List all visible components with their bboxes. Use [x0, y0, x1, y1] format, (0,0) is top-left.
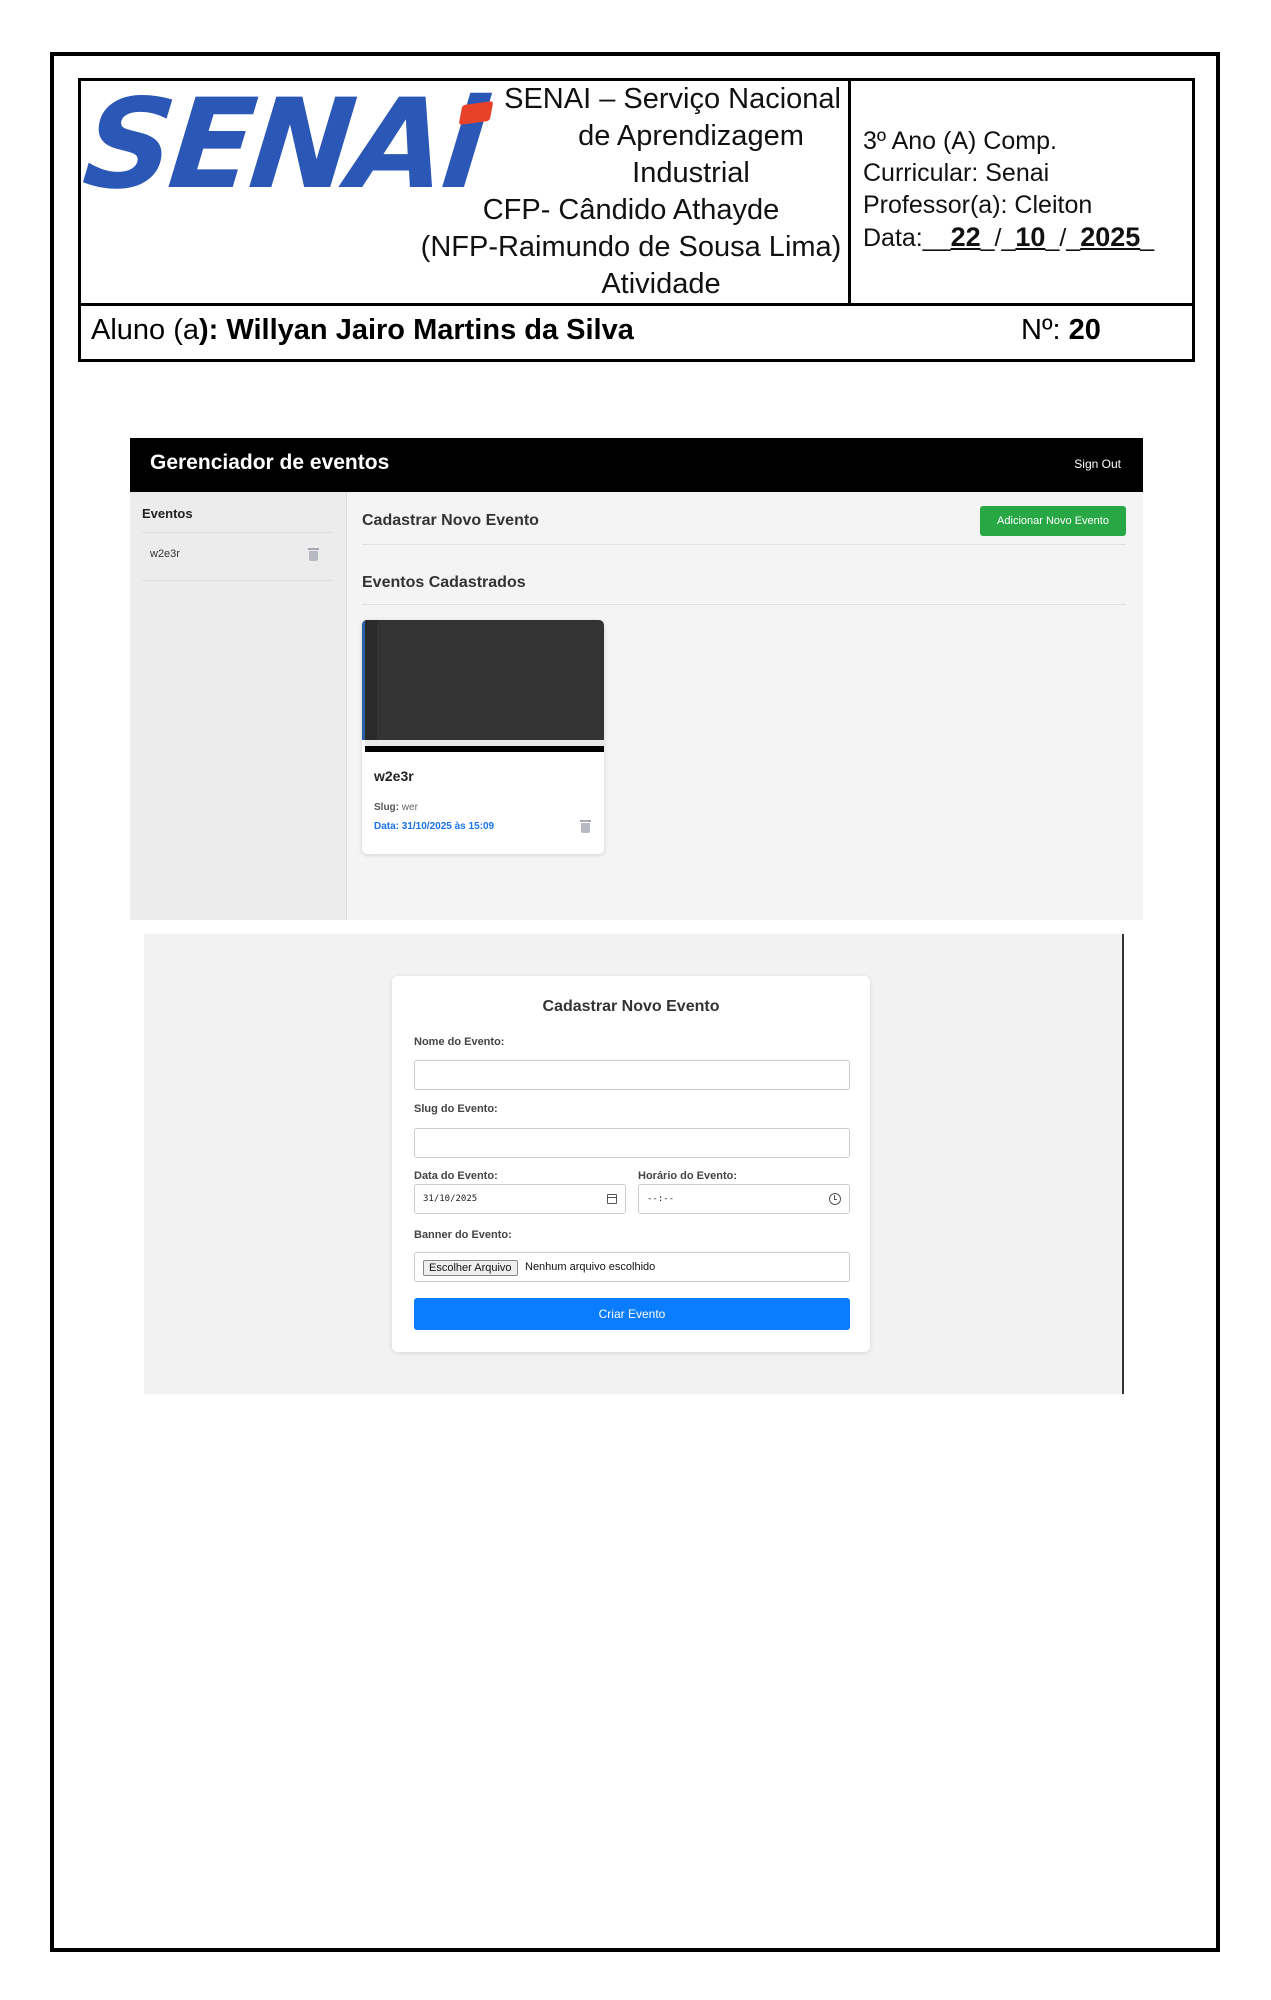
divider [142, 532, 332, 533]
event-name-input[interactable] [414, 1060, 850, 1090]
student-number: Nº: 20 [1021, 314, 1101, 347]
student-label: Aluno (a [91, 314, 200, 346]
divider [362, 544, 1126, 545]
event-slug: Slug: wer [374, 802, 418, 813]
date-month: 10 [1015, 222, 1046, 252]
trash-icon[interactable] [580, 820, 591, 833]
date-line: Data:__22_/_10_/_2025_ [863, 222, 1155, 252]
institution-line-4: CFP- Cândido Athayde [482, 194, 780, 226]
event-time-input[interactable]: --:-- [638, 1184, 850, 1214]
event-banner-image [362, 620, 604, 752]
app-title: Gerenciador de eventos [150, 451, 390, 474]
header-right-cell: 3º Ano (A) Comp. Curricular: Senai Profe… [851, 81, 1192, 303]
sidebar-item-label: w2e3r [150, 548, 180, 560]
register-heading: Cadastrar Novo Evento [362, 512, 539, 529]
student-row: Aluno (a): Willyan Jairo Martins da Silv… [81, 303, 1192, 359]
institution-name: SENAI – Serviço Nacional de Aprendizagem… [411, 81, 851, 303]
date-year: 2025 [1080, 222, 1141, 252]
professor: Professor(a): Cleiton [863, 191, 1093, 219]
banner-file-input[interactable]: Escolher Arquivo Nenhum arquivo escolhid… [414, 1252, 850, 1282]
time-label: Horário do Evento: [638, 1170, 738, 1182]
institution-line-6: Atividade [601, 268, 721, 300]
header-left-cell: SENAi SENAI – Serviço Nacional de Aprend… [77, 73, 851, 303]
main-content: Cadastrar Novo Evento Adicionar Novo Eve… [348, 492, 1143, 920]
file-status: Nenhum arquivo escolhido [525, 1261, 656, 1273]
header-table: SENAi SENAI – Serviço Nacional de Aprend… [77, 73, 1195, 362]
divider [142, 580, 332, 581]
divider [362, 604, 1126, 605]
event-form-screenshot: Cadastrar Novo Evento Nome do Evento: Sl… [144, 934, 1124, 1394]
trash-icon[interactable] [308, 548, 319, 561]
calendar-icon[interactable] [607, 1194, 617, 1204]
student-name: Aluno (a): Willyan Jairo Martins da Silv… [91, 314, 634, 347]
event-slug-label: Slug: [374, 802, 399, 813]
events-list-heading: Eventos Cadastrados [362, 574, 526, 591]
class-info: 3º Ano (A) Comp. Curricular: Senai Profe… [863, 125, 1154, 254]
event-form: Cadastrar Novo Evento Nome do Evento: Sl… [392, 976, 870, 1352]
institution-line-3: Industrial [632, 157, 750, 189]
clock-icon[interactable] [829, 1193, 841, 1205]
date-label: Data do Evento: [414, 1170, 498, 1182]
institution-line-5: (NFP-Raimundo de Sousa Lima) [420, 231, 842, 263]
sidebar-title: Eventos [142, 506, 193, 521]
event-slug-input[interactable] [414, 1128, 850, 1158]
date-day: 22 [950, 222, 981, 252]
slug-label: Slug do Evento: [414, 1103, 498, 1115]
create-event-button[interactable]: Criar Evento [414, 1298, 850, 1330]
student-name-value: ): Willyan Jairo Martins da Silva [199, 314, 634, 346]
event-date-input[interactable]: 31/10/2025 [414, 1184, 626, 1214]
sidebar-item-w2e3r[interactable]: w2e3r [142, 548, 332, 580]
add-event-button[interactable]: Adicionar Novo Evento [980, 506, 1126, 536]
event-card[interactable]: w2e3r Slug: wer Data: 31/10/2025 às 15:0… [362, 620, 604, 854]
sidebar: Eventos w2e3r [130, 492, 347, 920]
sign-out-link[interactable]: Sign Out [1074, 457, 1121, 471]
form-title: Cadastrar Novo Evento [542, 998, 720, 1015]
time-value: --:-- [647, 1194, 675, 1204]
choose-file-button[interactable]: Escolher Arquivo [423, 1260, 518, 1276]
curricular: Curricular: Senai [863, 159, 1050, 187]
turma: 3º Ano (A) Comp. [863, 127, 1057, 155]
date-label: Data: [863, 224, 923, 252]
name-label: Nome do Evento: [414, 1036, 505, 1048]
institution-line-2: de Aprendizagem [578, 120, 804, 152]
institution-line-1: SENAI – Serviço Nacional [504, 83, 841, 115]
event-manager-screenshot: Gerenciador de eventos Sign Out Eventos … [130, 438, 1143, 920]
date-value: 31/10/2025 [423, 1194, 478, 1204]
banner-label: Banner do Evento: [414, 1229, 512, 1241]
number-value: 20 [1068, 314, 1101, 346]
event-slug-value: wer [401, 802, 418, 813]
event-title: w2e3r [374, 768, 414, 784]
top-bar: Gerenciador de eventos Sign Out [130, 438, 1143, 492]
event-date: Data: 31/10/2025 às 15:09 [374, 821, 495, 832]
number-label: Nº: [1021, 314, 1061, 346]
